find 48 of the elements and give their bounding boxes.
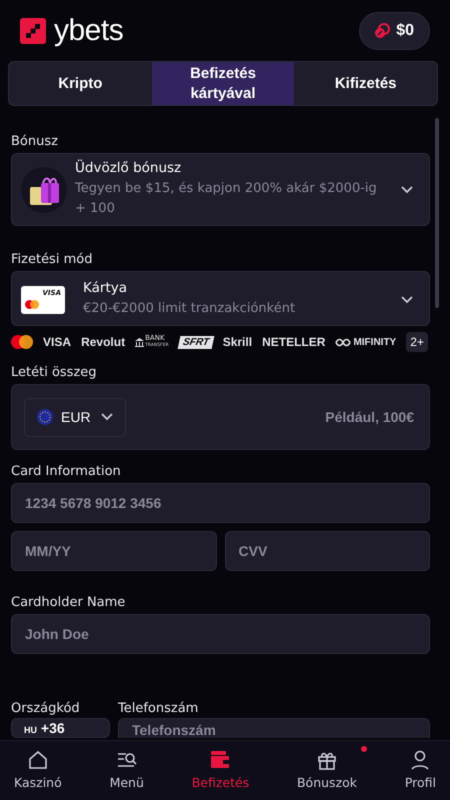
field-label: Card Information <box>11 464 122 479</box>
mastercard-icon <box>25 300 39 308</box>
field-label: Bónusz <box>11 134 59 149</box>
nav-item[interactable]: Bónuszok <box>290 741 364 800</box>
bonus-title: Üdvözlő bónusz <box>75 160 182 176</box>
provider-logo-text: VISA <box>43 335 72 349</box>
bank-icon <box>135 338 144 346</box>
home-icon <box>26 749 49 771</box>
phone-number-field[interactable]: Telefonszám <box>118 718 430 738</box>
currency-select[interactable]: EUR <box>24 398 126 436</box>
balance-button[interactable]: $0 <box>359 12 430 50</box>
bonus-description: Tegyen be $15, és kapjon 200% akár $2000-ig + 100 <box>75 180 377 218</box>
gift-icon <box>21 166 67 212</box>
tab[interactable]: Befizetés kártyával <box>152 62 294 105</box>
method-description: €20-€2000 limit tranzakciónként <box>83 300 296 318</box>
card-number-field[interactable]: 1234 5678 9012 3456 <box>11 483 430 523</box>
expiry-field[interactable]: MM/YY <box>11 531 216 571</box>
field-label: Cardholder Name <box>11 595 126 610</box>
wallet-icon <box>209 749 232 771</box>
user-icon <box>409 749 432 771</box>
country-code-select[interactable]: HU +36 <box>11 718 110 738</box>
field-label: Telefonszám <box>118 701 200 716</box>
nav-item[interactable]: Menü <box>104 741 150 800</box>
tab[interactable]: Kripto <box>9 62 152 105</box>
logo-text: ybets <box>54 14 124 48</box>
field-label: Országkód <box>11 701 81 716</box>
nav-item[interactable]: Profil <box>398 741 442 800</box>
amount-field[interactable]: Például, 100€ <box>252 408 416 426</box>
provider-logo-text: NETELLER <box>262 335 326 349</box>
field-label: Letéti összeg <box>11 365 98 380</box>
eu-flag-icon <box>37 409 53 425</box>
more-providers-button[interactable]: 2+ <box>406 332 428 352</box>
field-label: Fizetési mód <box>11 252 94 267</box>
provider-logo-text: MIFINITY <box>353 336 396 348</box>
logo-icon <box>20 18 46 44</box>
method-title: Kártya <box>83 280 128 296</box>
coins-icon <box>374 23 390 39</box>
cardholder-field[interactable]: John Doe <box>11 614 430 654</box>
tab[interactable]: Kifizetés <box>294 62 437 105</box>
nav-item[interactable]: Kaszinó <box>8 741 68 800</box>
provider-logo-text: Revolut <box>81 335 126 349</box>
provider-logo-text: SFRT <box>177 336 214 348</box>
mastercard-icon <box>11 335 33 349</box>
infinity-icon <box>335 338 352 346</box>
nav-item[interactable]: Befizetés <box>186 741 256 800</box>
bonus-select[interactable]: Üdvözlő bónusz Tegyen be $15, és kapjon 200% akár $2000-ig + 100 <box>11 153 430 226</box>
cvv-field[interactable]: CVV <box>224 531 430 571</box>
provider-logo-text: Skrill <box>222 335 252 349</box>
